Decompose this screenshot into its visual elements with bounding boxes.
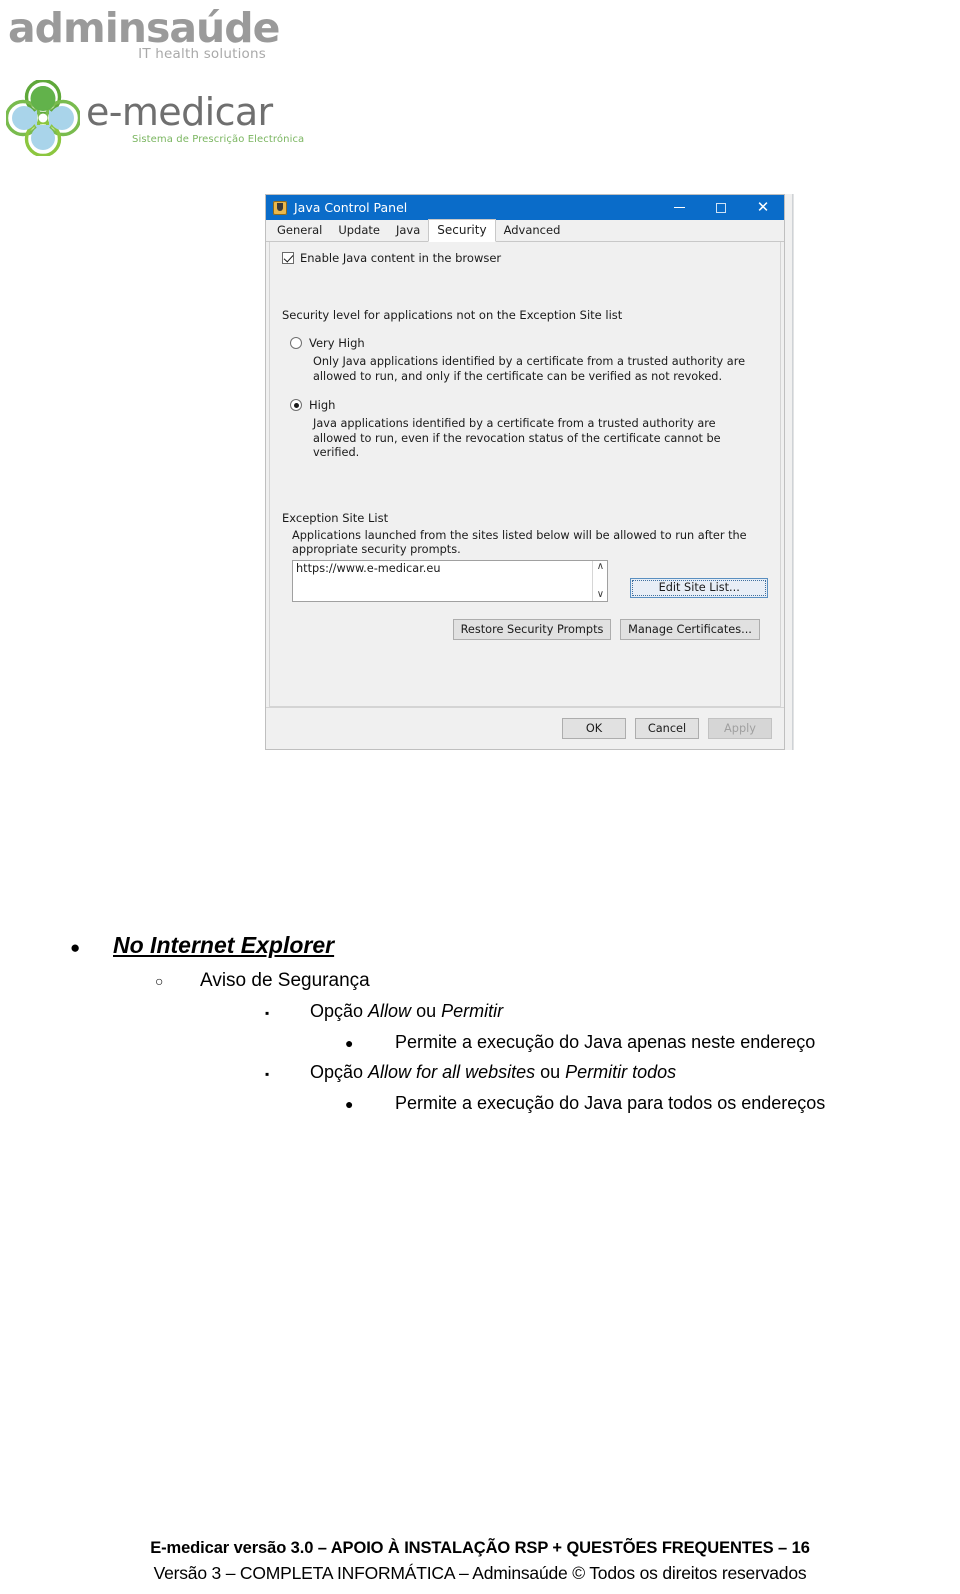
security-tab-panel: Enable Java content in the browser Secur…: [269, 242, 781, 707]
bullet-square-icon: ▪: [265, 1006, 270, 1020]
apply-button[interactable]: Apply: [708, 718, 772, 739]
exception-site-list-description: Applications launched from the sites lis…: [292, 528, 747, 557]
emedicar-logo: e-medicar Sistema de Prescrição Electrón…: [4, 78, 304, 158]
exception-site-listbox[interactable]: https://www.e-medicar.eu ∧ ∨: [292, 559, 609, 602]
outline-level4-text: Permite a execução do Java para todos os…: [395, 1093, 826, 1113]
scroll-up-icon[interactable]: ∧: [597, 561, 604, 572]
adminsaude-wordmark: adminsaúde: [8, 4, 280, 52]
bullet-square-icon: ▪: [265, 1067, 270, 1081]
tab-update[interactable]: Update: [330, 220, 388, 241]
bullet-circle-icon: ○: [155, 973, 164, 989]
radio-row-high[interactable]: High: [282, 398, 768, 412]
listbox-scrollbar[interactable]: ∧ ∨: [592, 560, 608, 601]
opcao-prefix: Opção: [310, 1001, 369, 1021]
outline-level3-item: ▪ Opção Allow for all websites ou Permit…: [0, 1059, 960, 1087]
edit-site-list-button[interactable]: Edit Site List...: [630, 577, 768, 598]
radio-desc-very-high: Only Java applications identified by a c…: [313, 355, 746, 383]
radio-label-very-high: Very High: [309, 336, 365, 350]
bullet-disc-icon: ●: [345, 1035, 354, 1051]
dialog-footer: OK Cancel Apply: [266, 707, 784, 749]
window-title: Java Control Panel: [294, 200, 408, 215]
java-control-panel-window: Java Control Panel ✕ General Update Java…: [265, 194, 785, 750]
tab-advanced[interactable]: Advanced: [495, 220, 569, 241]
java-coffee-cup-icon: [273, 200, 287, 215]
exception-site-list-heading: Exception Site List: [282, 510, 389, 525]
opcao-mid: ou: [535, 1062, 566, 1082]
exception-site-list-row: https://www.e-medicar.eu ∧ ∨ Edit Site L…: [282, 559, 768, 602]
scroll-down-icon[interactable]: ∨: [597, 589, 604, 600]
instructions-outline: ● No Internet Explorer ○ Aviso de Segura…: [0, 930, 960, 1120]
radio-desc-high: Java applications identified by a certif…: [313, 417, 721, 459]
radio-high[interactable]: [290, 399, 302, 411]
opcao-mid: ou: [411, 1001, 442, 1021]
document-footer: E-medicar versão 3.0 – APOIO À INSTALAÇÃ…: [0, 1536, 960, 1586]
outline-level2-text: Aviso de Segurança: [200, 970, 370, 991]
close-button[interactable]: ✕: [742, 195, 784, 220]
opcao-em2: Permitir: [441, 1001, 504, 1021]
radio-row-very-high[interactable]: Very High: [282, 336, 768, 350]
tab-general[interactable]: General: [269, 220, 331, 241]
outline-level1-item: ● No Internet Explorer: [0, 930, 960, 963]
manage-certificates-button[interactable]: Manage Certificates...: [620, 618, 760, 640]
maximize-button[interactable]: [700, 195, 742, 220]
minimize-button[interactable]: [658, 195, 700, 220]
outline-level3-text: Opção Allow ou Permitir: [310, 998, 960, 1024]
bullet-disc-icon: ●: [70, 938, 81, 957]
four-petal-flower-icon: [6, 80, 80, 156]
opcao-prefix: Opção: [310, 1062, 369, 1082]
security-action-buttons: Restore Security Prompts Manage Certific…: [282, 618, 768, 640]
emedicar-wordmark: e-medicar: [86, 90, 273, 134]
outline-level2-item: ○ Aviso de Segurança: [0, 967, 960, 995]
emedicar-subtitle: Sistema de Prescrição Electrónica: [132, 134, 305, 145]
outline-level3-text: Opção Allow for all websites ou Permitir…: [310, 1059, 960, 1085]
restore-security-prompts-button[interactable]: Restore Security Prompts: [453, 618, 611, 640]
ok-button[interactable]: OK: [562, 718, 626, 739]
list-item[interactable]: https://www.e-medicar.eu: [296, 562, 592, 575]
radio-label-high: High: [309, 398, 336, 412]
tab-java[interactable]: Java: [387, 220, 429, 241]
radio-very-high[interactable]: [290, 337, 302, 349]
opcao-em2: Permitir todos: [565, 1062, 677, 1082]
enable-java-checkbox[interactable]: [282, 252, 294, 264]
security-level-heading: Security level for applications not on t…: [282, 308, 623, 322]
tab-security[interactable]: Security: [428, 219, 496, 242]
enable-java-checkbox-row[interactable]: Enable Java content in the browser: [282, 251, 768, 265]
opcao-em1: Allow for all websites: [368, 1062, 536, 1082]
adminsaude-logo: adminsaúde IT health solutions: [8, 4, 280, 62]
outline-level4-item: ● Permite a execução do Java apenas nest…: [0, 1029, 960, 1056]
cancel-button[interactable]: Cancel: [635, 718, 699, 739]
opcao-em1: Allow: [368, 1001, 412, 1021]
close-icon: ✕: [756, 199, 770, 216]
titlebar: Java Control Panel ✕: [266, 195, 784, 220]
outline-level3-item: ▪ Opção Allow ou Permitir: [0, 998, 960, 1026]
enable-java-label: Enable Java content in the browser: [300, 251, 502, 265]
outline-level1-text: No Internet Explorer: [113, 932, 335, 958]
footer-line-2: Versão 3 – COMPLETA INFORMÁTICA – Admins…: [153, 1563, 807, 1583]
java-control-panel-screenshot: Java Control Panel ✕ General Update Java…: [265, 194, 792, 750]
outline-level4-text: Permite a execução do Java apenas neste …: [395, 1032, 816, 1052]
bullet-disc-icon: ●: [345, 1096, 354, 1112]
tab-strip: General Update Java Security Advanced: [266, 219, 784, 242]
outline-level4-item: ● Permite a execução do Java para todos …: [0, 1090, 960, 1117]
footer-line-1: E-medicar versão 3.0 – APOIO À INSTALAÇÃ…: [150, 1539, 810, 1557]
